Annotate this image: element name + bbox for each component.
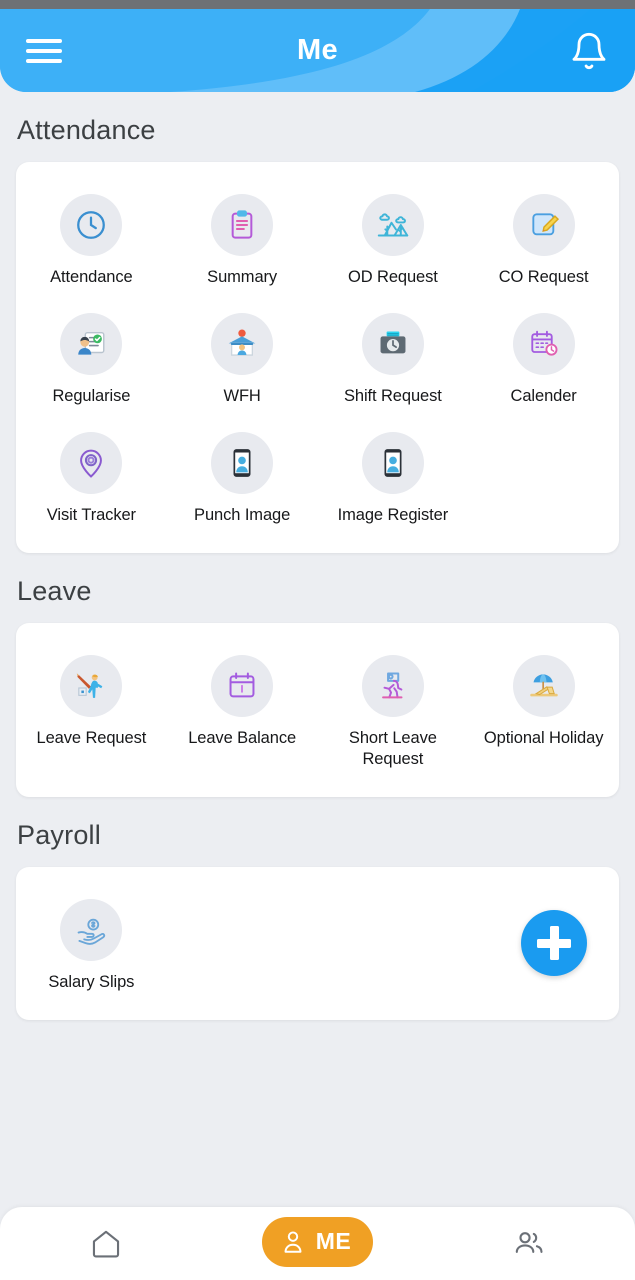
person-in-house-icon [211,313,274,376]
tile-label: Leave Balance [188,729,297,748]
person-icon [284,1230,302,1253]
tile-label: Summary [207,268,278,286]
hamburger-bar [26,38,62,43]
nav-item-home[interactable] [0,1207,212,1280]
tile-label: Punch Image [194,506,291,525]
tile-label: Shift Request [343,387,442,406]
tile-label: Visit Tracker [46,506,136,525]
attendance-card: Attendance Summary OD Request CO Request… [16,162,619,554]
nav-label-me: ME [315,1228,352,1254]
tile-label: Salary Slips [48,972,135,991]
tile-label: Optional Holiday [483,729,604,748]
tile-co-request[interactable]: CO Request [468,180,619,299]
hamburger-bar [26,48,62,53]
app-root: Me Attendance Attendance Summary OD Requ… [0,0,635,1280]
section-title-attendance: Attendance [17,115,156,145]
nav-item-people[interactable] [423,1207,635,1280]
page-title: Me [297,34,338,66]
attendance-grid: Attendance Summary OD Request CO Request… [16,162,619,553]
tile-label: OD Request [347,268,438,286]
section-title-leave: Leave [17,576,92,607]
tile-leave-request[interactable]: Leave Request [16,641,167,780]
add-fab-button[interactable] [521,910,587,977]
tile-label: CO Request [498,268,589,286]
tile-visit-tracker[interactable]: Visit Tracker [16,418,167,537]
tile-label: Image Register [337,506,449,525]
person-walking-out-icon [60,655,123,718]
people-group-icon [515,1231,543,1253]
tile-label: Attendance [50,268,133,286]
calendar-icon [211,655,274,718]
hamburger-bar [26,58,62,63]
bell-icon[interactable] [569,30,609,72]
clipboard-list-icon [211,194,274,256]
square-pencil-edit-icon [512,194,575,256]
tile-punch-image[interactable]: Punch Image [167,418,318,537]
hamburger-menu-icon[interactable] [26,36,64,66]
home-icon [92,1230,119,1258]
tile-leave-balance[interactable]: Leave Balance [167,641,318,780]
tile-label: Calender [510,387,577,406]
person-running-icon [361,655,424,718]
tile-shift-request[interactable]: Shift Request [318,299,469,418]
tile-optional-holiday[interactable]: Optional Holiday [468,641,619,780]
status-bar [0,0,635,9]
phone-person-icon [211,432,274,495]
person-checklist-icon [60,313,123,376]
leave-card: Leave Request Leave Balance Short Leave … [16,623,619,797]
tile-regularise[interactable]: Regularise [16,299,167,418]
leave-grid: Leave Request Leave Balance Short Leave … [16,623,619,796]
tile-wfh[interactable]: WFH [167,299,318,418]
section-title-payroll: Payroll [17,819,101,850]
tile-image-register[interactable]: Image Register [318,418,469,537]
phone-person-icon [361,432,424,495]
tile-short-leave-request[interactable]: Short Leave Request [318,641,469,780]
hand-coin-icon [60,898,123,961]
outdoor-mountains-icon [361,194,424,256]
payroll-grid: Salary Slips [16,867,619,1020]
tile-label: Leave Request [36,729,147,748]
me-active-pill[interactable]: ME [261,1216,374,1267]
briefcase-clock-icon [361,313,424,376]
tile-od-request[interactable]: OD Request [318,180,469,299]
tile-salary-slips[interactable]: Salary Slips [16,885,167,1004]
nav-item-me[interactable]: ME [212,1207,424,1280]
tile-label: WFH [223,387,261,406]
tile-empty-slot [468,418,619,537]
tile-summary[interactable]: Summary [167,180,318,299]
payroll-card: Salary Slips [16,866,619,1020]
clock-icon [60,194,123,256]
bottom-navigation-bar: ME [0,1207,635,1280]
tile-attendance[interactable]: Attendance [16,180,167,299]
plus-icon [549,926,559,961]
calendar-clock-icon [512,313,575,376]
tile-label: Short Leave Request [348,729,437,768]
tile-calender[interactable]: Calender [468,299,619,418]
beach-umbrella-icon [512,655,575,718]
app-header: Me [0,9,635,92]
tile-label: Regularise [52,387,131,406]
location-pin-icon [60,432,123,495]
scroll-content: Attendance Attendance Summary OD Request… [0,92,635,1207]
